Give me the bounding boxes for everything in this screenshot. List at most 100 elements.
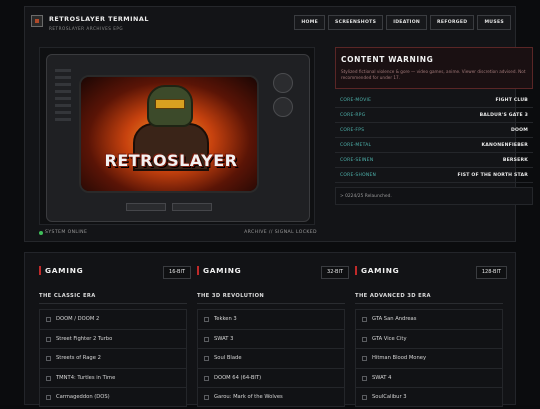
checkbox-icon xyxy=(362,317,367,322)
core-row: CORE-MOVIE FIGHT CLUB xyxy=(335,93,533,108)
warning-title: CONTENT WARNING xyxy=(341,55,434,64)
core-key: CORE-RPG xyxy=(340,113,366,118)
checkbox-icon xyxy=(46,375,51,381)
game-title: Street Fighter 2 Turbo xyxy=(56,335,113,342)
knob-icon xyxy=(273,73,293,93)
game-list: DOOM / DOOM 2 Street Fighter 2 Turbo Str… xyxy=(39,309,187,407)
column-header: GAMING 32-BIT xyxy=(197,259,349,281)
game-title: SWAT 3 xyxy=(214,335,234,342)
gaming-panel: GAMING 16-BIT THE CLASSIC ERA DOOM / DOO… xyxy=(24,252,516,407)
game-item[interactable]: SWAT 3 xyxy=(197,328,345,348)
main-nav: HOME SCREENSHOTS IDEATION REFORGED MUSES xyxy=(294,15,511,30)
game-title: SoulCalibur 3 xyxy=(372,394,407,400)
nav-muses[interactable]: MUSES xyxy=(477,15,511,30)
game-item[interactable]: Hitman Blood Money xyxy=(355,348,503,368)
tv-screen: RETROSLAYER xyxy=(79,75,259,193)
game-title: Tekken 3 xyxy=(214,316,237,322)
column-header: GAMING 128-BIT xyxy=(355,259,507,281)
game-title: Streets of Rage 2 xyxy=(56,355,101,361)
core-value: BERSERK xyxy=(502,158,528,163)
log-panel: > 0224/25 Relaunched. xyxy=(335,187,533,205)
checkbox-icon xyxy=(46,317,51,322)
nav-ideation[interactable]: IDEATION xyxy=(386,15,428,30)
hero-panel: RETROSLAYER TERMINAL RETROSLAYER ARCHIVE… xyxy=(24,6,533,242)
game-item[interactable]: SWAT 4 xyxy=(355,367,503,387)
game-item[interactable]: Tekken 3 xyxy=(197,309,345,329)
nav-reforged[interactable]: REFORGED xyxy=(430,15,475,30)
site-subtitle: RETROSLAYER ARCHIVES EPG xyxy=(49,26,124,31)
status-online: SYSTEM ONLINE xyxy=(45,230,88,235)
checkbox-icon xyxy=(362,336,367,342)
game-item[interactable]: Garou: Mark of the Wolves xyxy=(197,387,345,407)
game-title: DOOM 64 (64-BIT) xyxy=(214,374,262,381)
game-item[interactable]: GTA San Andreas xyxy=(355,309,503,329)
checkbox-icon xyxy=(362,395,367,400)
game-item[interactable]: Street Fighter 2 Turbo xyxy=(39,328,187,348)
game-item[interactable]: SoulCalibur 3 xyxy=(355,387,503,407)
game-item[interactable]: TMNT4: Turtles in Time xyxy=(39,367,187,387)
nav-home[interactable]: HOME xyxy=(294,15,326,30)
accent-bar xyxy=(197,266,199,275)
divider xyxy=(355,303,503,304)
site-header: RETROSLAYER TERMINAL RETROSLAYER ARCHIVE… xyxy=(25,7,517,37)
game-item[interactable]: Soul Blade xyxy=(197,348,345,368)
nav-screenshots[interactable]: SCREENSHOTS xyxy=(328,15,384,30)
game-title: SWAT 4 xyxy=(372,374,392,381)
game-item[interactable]: DOOM / DOOM 2 xyxy=(39,309,187,329)
gaming-column-32bit: GAMING 32-BIT THE 3D REVOLUTION Tekken 3… xyxy=(197,259,349,409)
core-value: FIST OF THE NORTH STAR xyxy=(457,173,528,178)
game-item[interactable]: Carmageddon (DOS) xyxy=(39,387,187,407)
core-key: CORE-SEINEN xyxy=(340,158,374,163)
core-row: CORE-METAL KANONENFIEBER xyxy=(335,138,533,153)
core-value: KANONENFIEBER xyxy=(481,143,528,148)
warning-text: Stylized fictional violence & gore — vid… xyxy=(341,69,526,80)
game-item[interactable]: DOOM 64 (64-BIT) xyxy=(197,367,345,387)
game-item[interactable]: Streets of Rage 2 xyxy=(39,348,187,368)
checkbox-icon xyxy=(362,375,367,381)
bit-badge: 32-BIT xyxy=(321,266,349,279)
tv-vent xyxy=(55,69,71,189)
core-row: CORE-FPS DOOM xyxy=(335,123,533,138)
page: RETROSLAYER TERMINAL RETROSLAYER ARCHIVE… xyxy=(0,0,540,407)
gaming-column-16bit: GAMING 16-BIT THE CLASSIC ERA DOOM / DOO… xyxy=(39,259,191,409)
knob-icon xyxy=(273,97,293,117)
divider xyxy=(197,303,345,304)
era-title: THE 3D REVOLUTION xyxy=(197,293,265,299)
core-row: CORE-SHONEN FIST OF THE NORTH STAR xyxy=(335,168,533,183)
column-title: GAMING xyxy=(203,266,242,275)
checkbox-icon xyxy=(362,356,367,361)
era-title: THE CLASSIC ERA xyxy=(39,293,96,299)
core-row: CORE-SEINEN BERSERK xyxy=(335,153,533,168)
game-list: Tekken 3 SWAT 3 Soul Blade DOOM 64 (64-B… xyxy=(197,309,345,407)
column-header: GAMING 16-BIT xyxy=(39,259,191,281)
game-title: GTA Vice City xyxy=(372,335,407,342)
game-title: Carmageddon (DOS) xyxy=(56,394,110,400)
logo-icon xyxy=(31,15,43,27)
tv-controls xyxy=(265,69,301,149)
tv-buttons xyxy=(83,203,255,213)
game-title: DOOM / DOOM 2 xyxy=(56,316,100,322)
core-value: FIGHT CLUB xyxy=(495,98,528,103)
accent-bar xyxy=(355,266,357,275)
game-title: GTA San Andreas xyxy=(372,316,417,322)
core-value: DOOM xyxy=(511,128,528,133)
status-signal: ARCHIVE // SIGNAL LOCKED xyxy=(244,230,317,235)
game-title: Garou: Mark of the Wolves xyxy=(214,394,283,400)
checkbox-icon xyxy=(204,395,209,400)
core-key: CORE-FPS xyxy=(340,128,365,133)
retroslayer-logo-art: RETROSLAYER xyxy=(104,151,238,170)
era-title: THE ADVANCED 3D ERA xyxy=(355,293,431,299)
game-title: TMNT4: Turtles in Time xyxy=(56,374,116,381)
checkbox-icon xyxy=(204,317,209,322)
tv-button xyxy=(172,203,212,211)
game-item[interactable]: GTA Vice City xyxy=(355,328,503,348)
tv-frame: RETROSLAYER xyxy=(39,47,315,225)
status-bar: SYSTEM ONLINE ARCHIVE // SIGNAL LOCKED xyxy=(39,229,317,241)
checkbox-icon xyxy=(46,395,51,400)
checkbox-icon xyxy=(204,356,209,361)
core-key: CORE-METAL xyxy=(340,143,372,148)
retro-tv: RETROSLAYER xyxy=(46,54,310,222)
site-title: RETROSLAYER TERMINAL xyxy=(49,15,149,23)
helmet-visor-art xyxy=(155,99,185,109)
column-title: GAMING xyxy=(361,266,400,275)
